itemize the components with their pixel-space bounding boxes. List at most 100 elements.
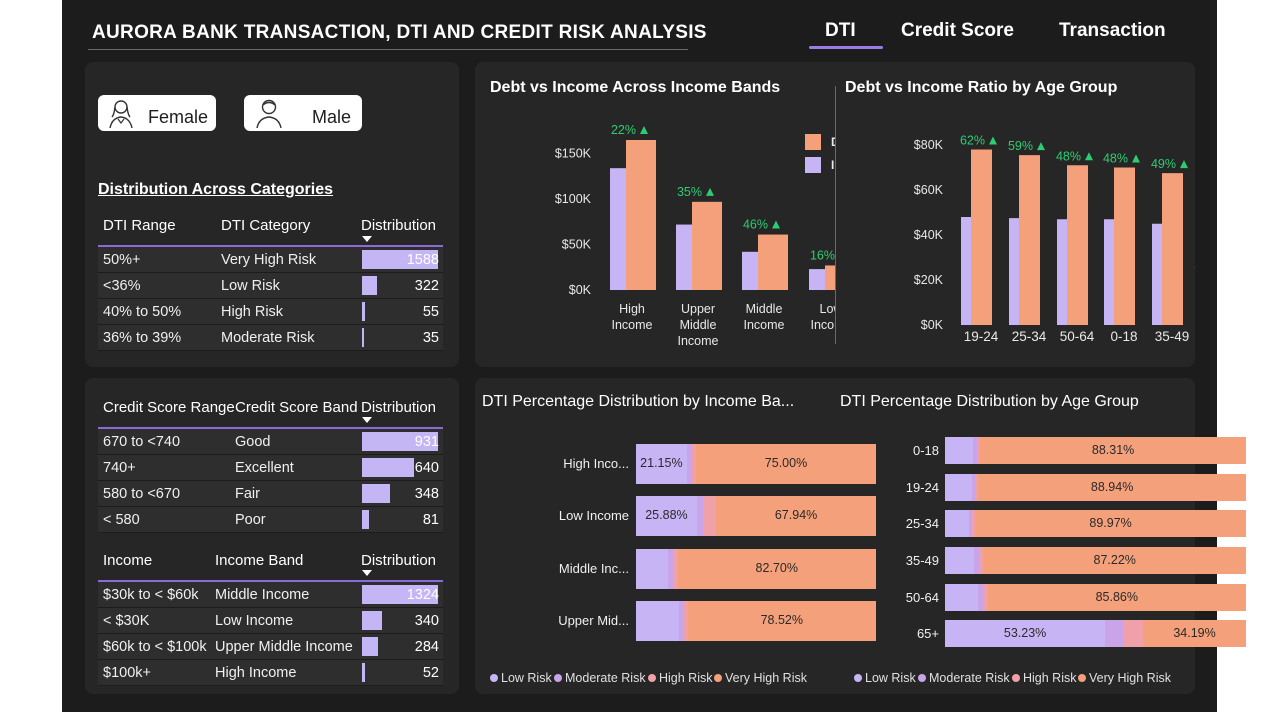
stacked-segment[interactable]: [945, 437, 973, 464]
stacked-segment[interactable]: [1123, 620, 1144, 647]
stacked-segment[interactable]: 87.22%: [983, 547, 1246, 574]
dashboard: AURORA BANK TRANSACTION, DTI AND CREDIT …: [62, 0, 1246, 712]
credit-range-header[interactable]: Credit Score Range: [103, 399, 235, 416]
dti-range-header[interactable]: DTI Range: [103, 217, 176, 234]
legend-very-high-risk[interactable]: Very High Risk: [1078, 671, 1171, 685]
sort-desc-icon[interactable]: [362, 236, 372, 242]
category-label: High Inco...: [563, 456, 629, 471]
category-cell: Good: [235, 434, 271, 450]
range-cell: 740+: [103, 460, 136, 476]
table-row[interactable]: $60k to < $100k Upper Middle Income 284: [98, 634, 443, 660]
legend-dot: [1012, 674, 1020, 682]
table-row[interactable]: <36% Low Risk 322: [98, 273, 443, 299]
table-row[interactable]: < 580 Poor 81: [98, 507, 443, 533]
stacked-segment[interactable]: 89.97%: [975, 510, 1246, 537]
y-tick-label: $150K: [555, 147, 592, 161]
stacked-segment[interactable]: [636, 601, 680, 641]
legend-high-risk[interactable]: High Risk: [1012, 671, 1077, 685]
tab-transaction[interactable]: Transaction: [1059, 20, 1166, 42]
credit-band-header[interactable]: Credit Score Band: [235, 399, 358, 416]
table-row[interactable]: $30k to < $60k Middle Income 1324: [98, 582, 443, 608]
income-distribution-header[interactable]: Distribution: [361, 552, 436, 569]
stacked-segment[interactable]: [945, 547, 975, 574]
income-bar: [676, 224, 692, 290]
stacked-segment[interactable]: [702, 496, 717, 536]
sort-desc-icon[interactable]: [362, 417, 372, 423]
change-label: 35%: [677, 185, 702, 199]
change-label: 16%: [810, 248, 835, 262]
category-label: Low Income: [558, 508, 629, 523]
stacked-segment[interactable]: 21.15%: [636, 444, 687, 484]
income-bar: [1057, 219, 1067, 325]
female-filter-button[interactable]: Female: [98, 95, 216, 131]
stacked-segment[interactable]: [945, 584, 979, 611]
legend-debt-swatch: [805, 134, 821, 150]
up-arrow-icon: [1132, 154, 1140, 163]
income-bar: [961, 217, 971, 325]
stacked-segment[interactable]: [945, 510, 970, 537]
category-label: Middle Inc...: [558, 561, 629, 576]
category-cell: Middle Income: [215, 587, 310, 603]
table-row[interactable]: $100k+ High Income 52: [98, 660, 443, 686]
income-header[interactable]: Income: [103, 552, 152, 569]
stacked-segment[interactable]: [636, 549, 669, 589]
legend-high-risk[interactable]: High Risk: [648, 671, 713, 685]
distribution-bar: [362, 302, 365, 321]
legend-low-risk[interactable]: Low Risk: [854, 671, 916, 685]
stacked-segment[interactable]: 34.19%: [1143, 620, 1246, 647]
tab-dti[interactable]: DTI: [825, 20, 856, 42]
stacked-segment[interactable]: 88.94%: [978, 474, 1246, 501]
table-row[interactable]: < $30K Low Income 340: [98, 608, 443, 634]
stacked-segment[interactable]: 85.86%: [987, 584, 1246, 611]
distribution-bar: [362, 510, 369, 529]
stacked-segment[interactable]: [945, 474, 973, 501]
legend-very-high-risk[interactable]: Very High Risk: [714, 671, 807, 685]
up-arrow-icon: [706, 187, 714, 196]
category-label: 0-18: [912, 442, 939, 458]
dti-distribution-header[interactable]: Distribution: [361, 217, 436, 234]
table-row[interactable]: 670 to <740 Good 931: [98, 429, 443, 455]
active-tab-indicator: [809, 46, 883, 49]
change-label: 62%: [960, 134, 985, 148]
y-tick-label: $20K: [914, 273, 944, 287]
segment-label: 21.15%: [640, 456, 683, 470]
table-row[interactable]: 580 to <670 Fair 348: [98, 481, 443, 507]
stacked-segment[interactable]: 25.88%: [636, 496, 697, 536]
tab-credit-score[interactable]: Credit Score: [901, 20, 1014, 42]
female-label: Female: [148, 107, 209, 127]
x-tick-label: Income: [678, 334, 719, 348]
sort-desc-icon[interactable]: [362, 570, 372, 576]
category-cell: High Risk: [221, 304, 284, 320]
debt-bar: [626, 140, 656, 290]
x-tick-label: 35-49: [1155, 329, 1190, 344]
chart-title-age-group: Debt vs Income Ratio by Age Group: [845, 79, 1118, 96]
distribution-value: 55: [422, 304, 439, 320]
legend-income: Income: [831, 158, 835, 172]
male-label: Male: [312, 107, 352, 127]
stacked-segment[interactable]: [1105, 620, 1124, 647]
table-row[interactable]: 36% to 39% Moderate Risk 35: [98, 325, 443, 351]
legend-low-risk[interactable]: Low Risk: [490, 671, 552, 685]
distribution-bar: [362, 663, 365, 682]
category-cell: Low Income: [215, 613, 294, 629]
table-row[interactable]: 50%+ Very High Risk 1588: [98, 247, 443, 273]
credit-distribution-header[interactable]: Distribution: [361, 399, 436, 416]
legend-moderate-risk[interactable]: Moderate Risk: [918, 671, 1010, 685]
stacked-segment[interactable]: 88.31%: [980, 437, 1246, 464]
stacked-segment[interactable]: 53.23%: [945, 620, 1106, 647]
legend-income-swatch: [805, 157, 821, 173]
table-row[interactable]: 40% to 50% High Risk 55: [98, 299, 443, 325]
legend-moderate-risk[interactable]: Moderate Risk: [554, 671, 646, 685]
debt-bar: [1162, 173, 1183, 325]
legend-dot: [554, 674, 562, 682]
debt-bar: [1067, 165, 1088, 325]
range-cell: 40% to 50%: [103, 304, 182, 320]
distribution-value: 322: [414, 278, 439, 294]
table-row[interactable]: 740+ Excellent 640: [98, 455, 443, 481]
x-tick-label: 50-64: [1060, 329, 1095, 344]
male-filter-button[interactable]: Male: [244, 95, 362, 131]
segment-label: 88.94%: [1090, 479, 1134, 494]
title-divider: [88, 49, 688, 50]
income-band-header[interactable]: Income Band: [215, 552, 303, 569]
dti-category-header[interactable]: DTI Category: [221, 217, 310, 234]
